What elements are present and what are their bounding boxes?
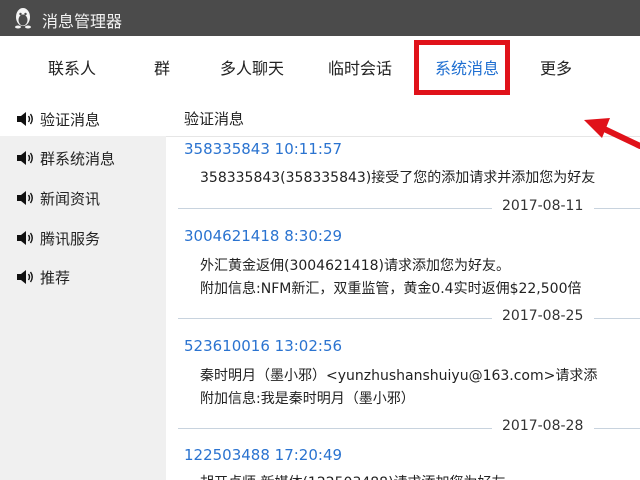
sidebar-item-recommend[interactable]: 推荐 [0,260,166,294]
date-separator: 2017-08-11 [166,198,640,218]
speaker-icon [17,270,33,284]
speaker-icon [17,191,33,205]
message-text: 358335843(358335843)接受了您的添加请求并添加您为好友 [200,170,596,186]
highlight-annotation-box [414,40,510,95]
sidebar-item-tencent-service[interactable]: 腾讯服务 [0,221,166,255]
speaker-icon [17,112,33,126]
message-extra-info: 附加信息:NFM新汇，双重监管，黄金0.4实时返佣$22,500倍 [200,281,582,297]
sidebar-item-label: 新闻资讯 [40,189,101,208]
date-label: 2017-08-28 [502,418,584,434]
sidebar-item-label: 验证消息 [40,110,101,129]
message-extra-info: 附加信息:我是秦时明月（墨小邪） [200,391,415,407]
date-label: 2017-08-25 [502,308,584,324]
message-text: 秦时明月（墨小邪）<yunzhushanshuiyu@163.com>请求添 [200,368,598,384]
message-header[interactable]: 122503488 17:20:49 [184,446,342,464]
sidebar-item-news[interactable]: 新闻资讯 [0,181,166,215]
date-label: 2017-08-11 [502,198,584,214]
sidebar-item-label: 推荐 [40,268,71,287]
message-header[interactable]: 523610016 13:02:56 [184,337,342,355]
tab-contacts[interactable]: 联系人 [22,55,122,83]
sidebar-item-label: 腾讯服务 [40,229,101,248]
tab-groups[interactable]: 群 [112,55,212,83]
tab-temp-session[interactable]: 临时会话 [310,55,410,83]
message-text: 胡开贞师 新媒体(122503488)请求添加您为好友 [200,472,506,480]
sidebar-item-verification[interactable]: 验证消息 [0,102,166,136]
date-separator: 2017-08-25 [166,308,640,328]
sidebar-item-label: 群系统消息 [40,149,116,168]
sidebar-item-group-system[interactable]: 群系统消息 [0,141,166,175]
sidebar: 验证消息 群系统消息 新闻资讯 腾讯服务 推荐 [0,102,166,480]
tab-bar: 联系人 群 多人聊天 临时会话 系统消息 更多 [0,36,640,103]
tab-more[interactable]: 更多 [506,55,606,83]
title-bar: 消息管理器 [0,0,640,36]
section-title: 验证消息 [184,110,245,128]
window-title: 消息管理器 [42,12,123,31]
message-panel[interactable]: 验证消息 358335843 10:11:57 358335843(358335… [166,102,640,480]
date-separator: 2017-08-28 [166,418,640,438]
qq-penguin-icon [15,8,31,29]
message-header[interactable]: 3004621418 8:30:29 [184,227,342,245]
red-arrow-icon [584,118,640,149]
tab-multi-chat[interactable]: 多人聊天 [202,55,302,83]
speaker-icon [17,151,33,165]
divider [166,136,640,137]
message-text: 外汇黄金返佣(3004621418)请求添加您为好友。 [200,258,510,274]
message-header[interactable]: 358335843 10:11:57 [184,140,342,158]
speaker-icon [17,231,33,245]
